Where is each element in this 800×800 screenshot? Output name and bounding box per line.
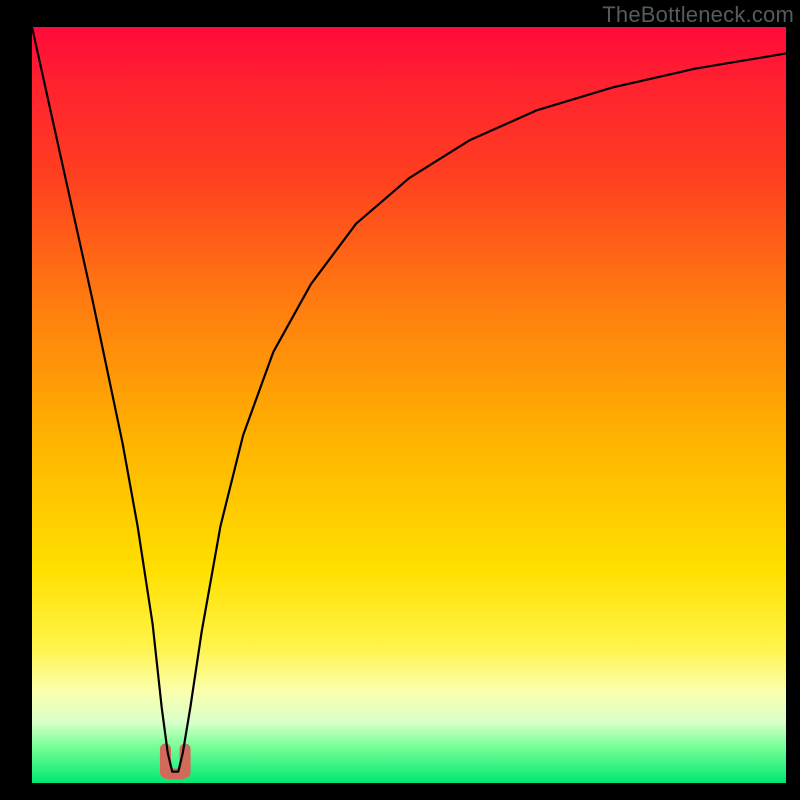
watermark-label: TheBottleneck.com	[602, 2, 794, 28]
bottleneck-curve	[32, 27, 786, 772]
chart-frame: TheBottleneck.com	[0, 0, 800, 800]
chart-overlay	[0, 0, 800, 800]
